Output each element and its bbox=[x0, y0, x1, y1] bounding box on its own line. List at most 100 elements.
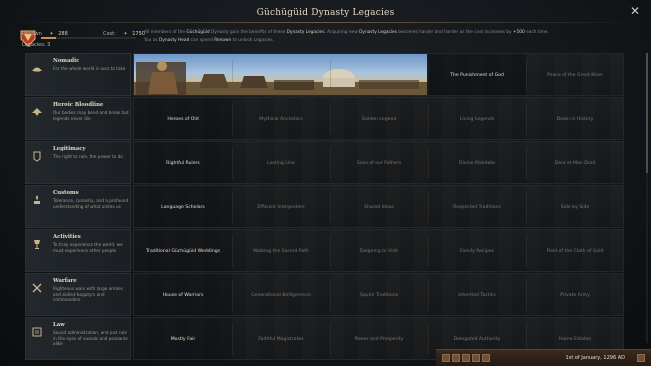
legacy-name: Legitimacy bbox=[53, 146, 86, 152]
heroic-bloodline-icon bbox=[31, 103, 43, 116]
legacy-perk[interactable]: Traditional Güchügüid Weddings bbox=[134, 230, 232, 271]
legacy-header[interactable]: Warfare Righteous wars with large armies … bbox=[25, 273, 131, 316]
legacy-perk[interactable]: Inherited Tactics bbox=[428, 274, 526, 315]
legacy-header[interactable]: Law Sound administration, and just rule i… bbox=[25, 317, 131, 360]
legacy-perk[interactable]: The Punishment of God bbox=[428, 54, 526, 95]
desc-text: Dynasty gain the benefits of these bbox=[209, 30, 287, 35]
close-icon[interactable]: ✕ bbox=[630, 4, 640, 18]
desc-dynasty-link[interactable]: Güchügüid bbox=[186, 30, 209, 35]
legacy-perk[interactable]: House of Warriors bbox=[134, 274, 232, 315]
legacy-row: Nomadic For the whole world is ours to ta… bbox=[25, 53, 624, 96]
legacy-perk[interactable]: Living Legends bbox=[428, 98, 526, 139]
legacy-name: Nomadic bbox=[53, 58, 80, 64]
legacy-perk[interactable]: Faithful Magistrates bbox=[232, 318, 330, 359]
legacy-perk[interactable]: Deigning to Visit bbox=[330, 230, 428, 271]
law-icon bbox=[31, 323, 43, 337]
legacy-header[interactable]: Customs Tolerance, curiosity, and a profo… bbox=[25, 185, 131, 228]
speed-1-button[interactable] bbox=[452, 354, 460, 362]
scrollbar[interactable] bbox=[646, 53, 648, 343]
legacy-perk-track: Language Scholars Efficient Interpreters S… bbox=[133, 185, 624, 228]
legacy-name: Customs bbox=[53, 190, 79, 196]
legacy-perk-track: Heroes of Old Mythical Ancestors Golden Le… bbox=[133, 97, 624, 140]
legacy-name: Heroic Bloodline bbox=[53, 102, 104, 108]
legacy-perk-track: House of Warriors Generational Belligeren… bbox=[133, 273, 624, 316]
legacy-row: Activities To truly experience the world,… bbox=[25, 229, 624, 272]
legacy-perk-track: The Punishment of God Peace of the Great … bbox=[133, 53, 624, 96]
legacy-header[interactable]: Heroic Bloodline Our bodies may bend and … bbox=[25, 97, 131, 140]
game-date[interactable]: 1st of January, 1296 AD bbox=[566, 355, 625, 361]
time-control-bar: 1st of January, 1296 AD bbox=[436, 349, 651, 366]
legacy-perk[interactable]: Power and Prosperity bbox=[330, 318, 428, 359]
legacy-row: Heroic Bloodline Our bodies may bend and … bbox=[25, 97, 624, 140]
legacy-perk[interactable]: Side by Side bbox=[526, 186, 623, 227]
speed-control-button[interactable] bbox=[637, 354, 645, 362]
renown-label: Renown bbox=[22, 31, 42, 37]
legacy-perk[interactable]: Rightful Rulers bbox=[134, 142, 232, 183]
legacy-perk[interactable]: Peace of the Great Khan bbox=[526, 54, 623, 95]
legacy-name: Activities bbox=[53, 234, 81, 240]
legacy-perk[interactable]: Sons of our Fathers bbox=[330, 142, 428, 183]
title-divider bbox=[12, 22, 639, 23]
legacy-description: For the whole world is ours to take bbox=[53, 66, 126, 71]
legacy-perk[interactable]: Heroes of Old bbox=[134, 98, 232, 139]
activities-icon bbox=[31, 235, 43, 249]
desc-text: becomes harder and harder as the cost in… bbox=[396, 30, 513, 35]
legacy-perk[interactable]: Private Army bbox=[526, 274, 623, 315]
speed-3-button[interactable] bbox=[472, 354, 480, 362]
legacy-perk[interactable]: Divine Mandate bbox=[428, 142, 526, 183]
desc-text: . Acquiring new bbox=[324, 30, 360, 35]
perk-divider bbox=[232, 60, 233, 91]
legacy-row: Legitimacy The right to rule, the power t… bbox=[25, 141, 624, 184]
legacy-row: Warfare Righteous wars with large armies … bbox=[25, 273, 624, 316]
legacy-header[interactable]: Activities To truly experience the world,… bbox=[25, 229, 131, 272]
dynasty-legacies-window: Güchügüid Dynasty Legacies ✕ Renown ✦ 28… bbox=[0, 0, 651, 366]
renown-progress-bar bbox=[41, 37, 136, 39]
legacy-perk-track: Traditional Güchügüid Weddings Walking th… bbox=[133, 229, 624, 272]
speed-4-button[interactable] bbox=[482, 354, 490, 362]
legacy-perk[interactable]: Walking the Sacred Path bbox=[232, 230, 330, 271]
legacy-perk[interactable]: Family Recipes bbox=[428, 230, 526, 271]
desc-dynasty-head-link[interactable]: Dynasty Head bbox=[159, 38, 189, 43]
legacy-perk[interactable]: Squire Traditions bbox=[330, 274, 428, 315]
legacy-description: Our bodies may bend and break but legend… bbox=[53, 110, 129, 121]
warfare-icon bbox=[31, 279, 43, 293]
customs-icon bbox=[31, 191, 43, 204]
legacy-description: To truly experience the world, we must e… bbox=[53, 242, 123, 253]
legacy-perk[interactable]: Mostly Fair bbox=[134, 318, 232, 359]
legitimacy-icon bbox=[31, 147, 43, 162]
desc-legacies-link[interactable]: Dynasty Legacies bbox=[359, 30, 397, 35]
title-bar: Güchügüid Dynasty Legacies bbox=[0, 0, 651, 22]
desc-renown-link[interactable]: Renown bbox=[214, 38, 231, 43]
legacy-header[interactable]: Nomadic For the whole world is ours to ta… bbox=[25, 53, 131, 96]
legacy-perk[interactable]: Lasting Line bbox=[232, 142, 330, 183]
legacy-perk[interactable]: Golden Legend bbox=[330, 98, 428, 139]
legacy-header[interactable]: Legitimacy The right to rule, the power t… bbox=[25, 141, 131, 184]
legacy-perk[interactable]: Generational Belligerence bbox=[232, 274, 330, 315]
desc-text: All members of the bbox=[144, 30, 187, 35]
desc-text: You as bbox=[144, 38, 160, 43]
desc-text: can spend bbox=[189, 38, 215, 43]
legacy-description: Righteous wars with large armies and ski… bbox=[53, 286, 123, 302]
legacy-perk[interactable]: Respected Traditions bbox=[428, 186, 526, 227]
legacy-description: The right to rule, the power to do bbox=[53, 154, 123, 159]
close-button[interactable]: ✕ bbox=[629, 5, 641, 17]
pause-button[interactable] bbox=[442, 354, 450, 362]
legacy-perk[interactable]: Mythical Ancestors bbox=[232, 98, 330, 139]
legacy-perk[interactable]: Dara et Mon Droit bbox=[526, 142, 623, 183]
legacy-description: Tolerance, curiosity, and a profound und… bbox=[53, 198, 129, 209]
nomadic-illustration bbox=[134, 54, 427, 95]
nomadic-icon bbox=[31, 59, 43, 72]
legacy-perk[interactable]: Shared Ideas bbox=[330, 186, 428, 227]
legacies-count: Legacies: 3 bbox=[22, 42, 51, 48]
desc-text: to unlock Legacies. bbox=[231, 38, 274, 43]
legacy-perk[interactable]: Language Scholars bbox=[134, 186, 232, 227]
desc-legacies-link[interactable]: Dynasty Legacies bbox=[287, 30, 325, 35]
legacy-perk[interactable]: Down in History bbox=[526, 98, 623, 139]
desc-text: each time. bbox=[524, 30, 549, 35]
legacy-name: Warfare bbox=[53, 278, 77, 284]
scrollbar-thumb[interactable] bbox=[646, 53, 648, 173]
legacy-perk[interactable]: Efficient Interpreters bbox=[232, 186, 330, 227]
legacy-perk[interactable]: Field of the Cloth of Gold bbox=[526, 230, 623, 271]
legacies-description: All members of the Güchügüid Dynasty gai… bbox=[144, 29, 564, 45]
speed-2-button[interactable] bbox=[462, 354, 470, 362]
